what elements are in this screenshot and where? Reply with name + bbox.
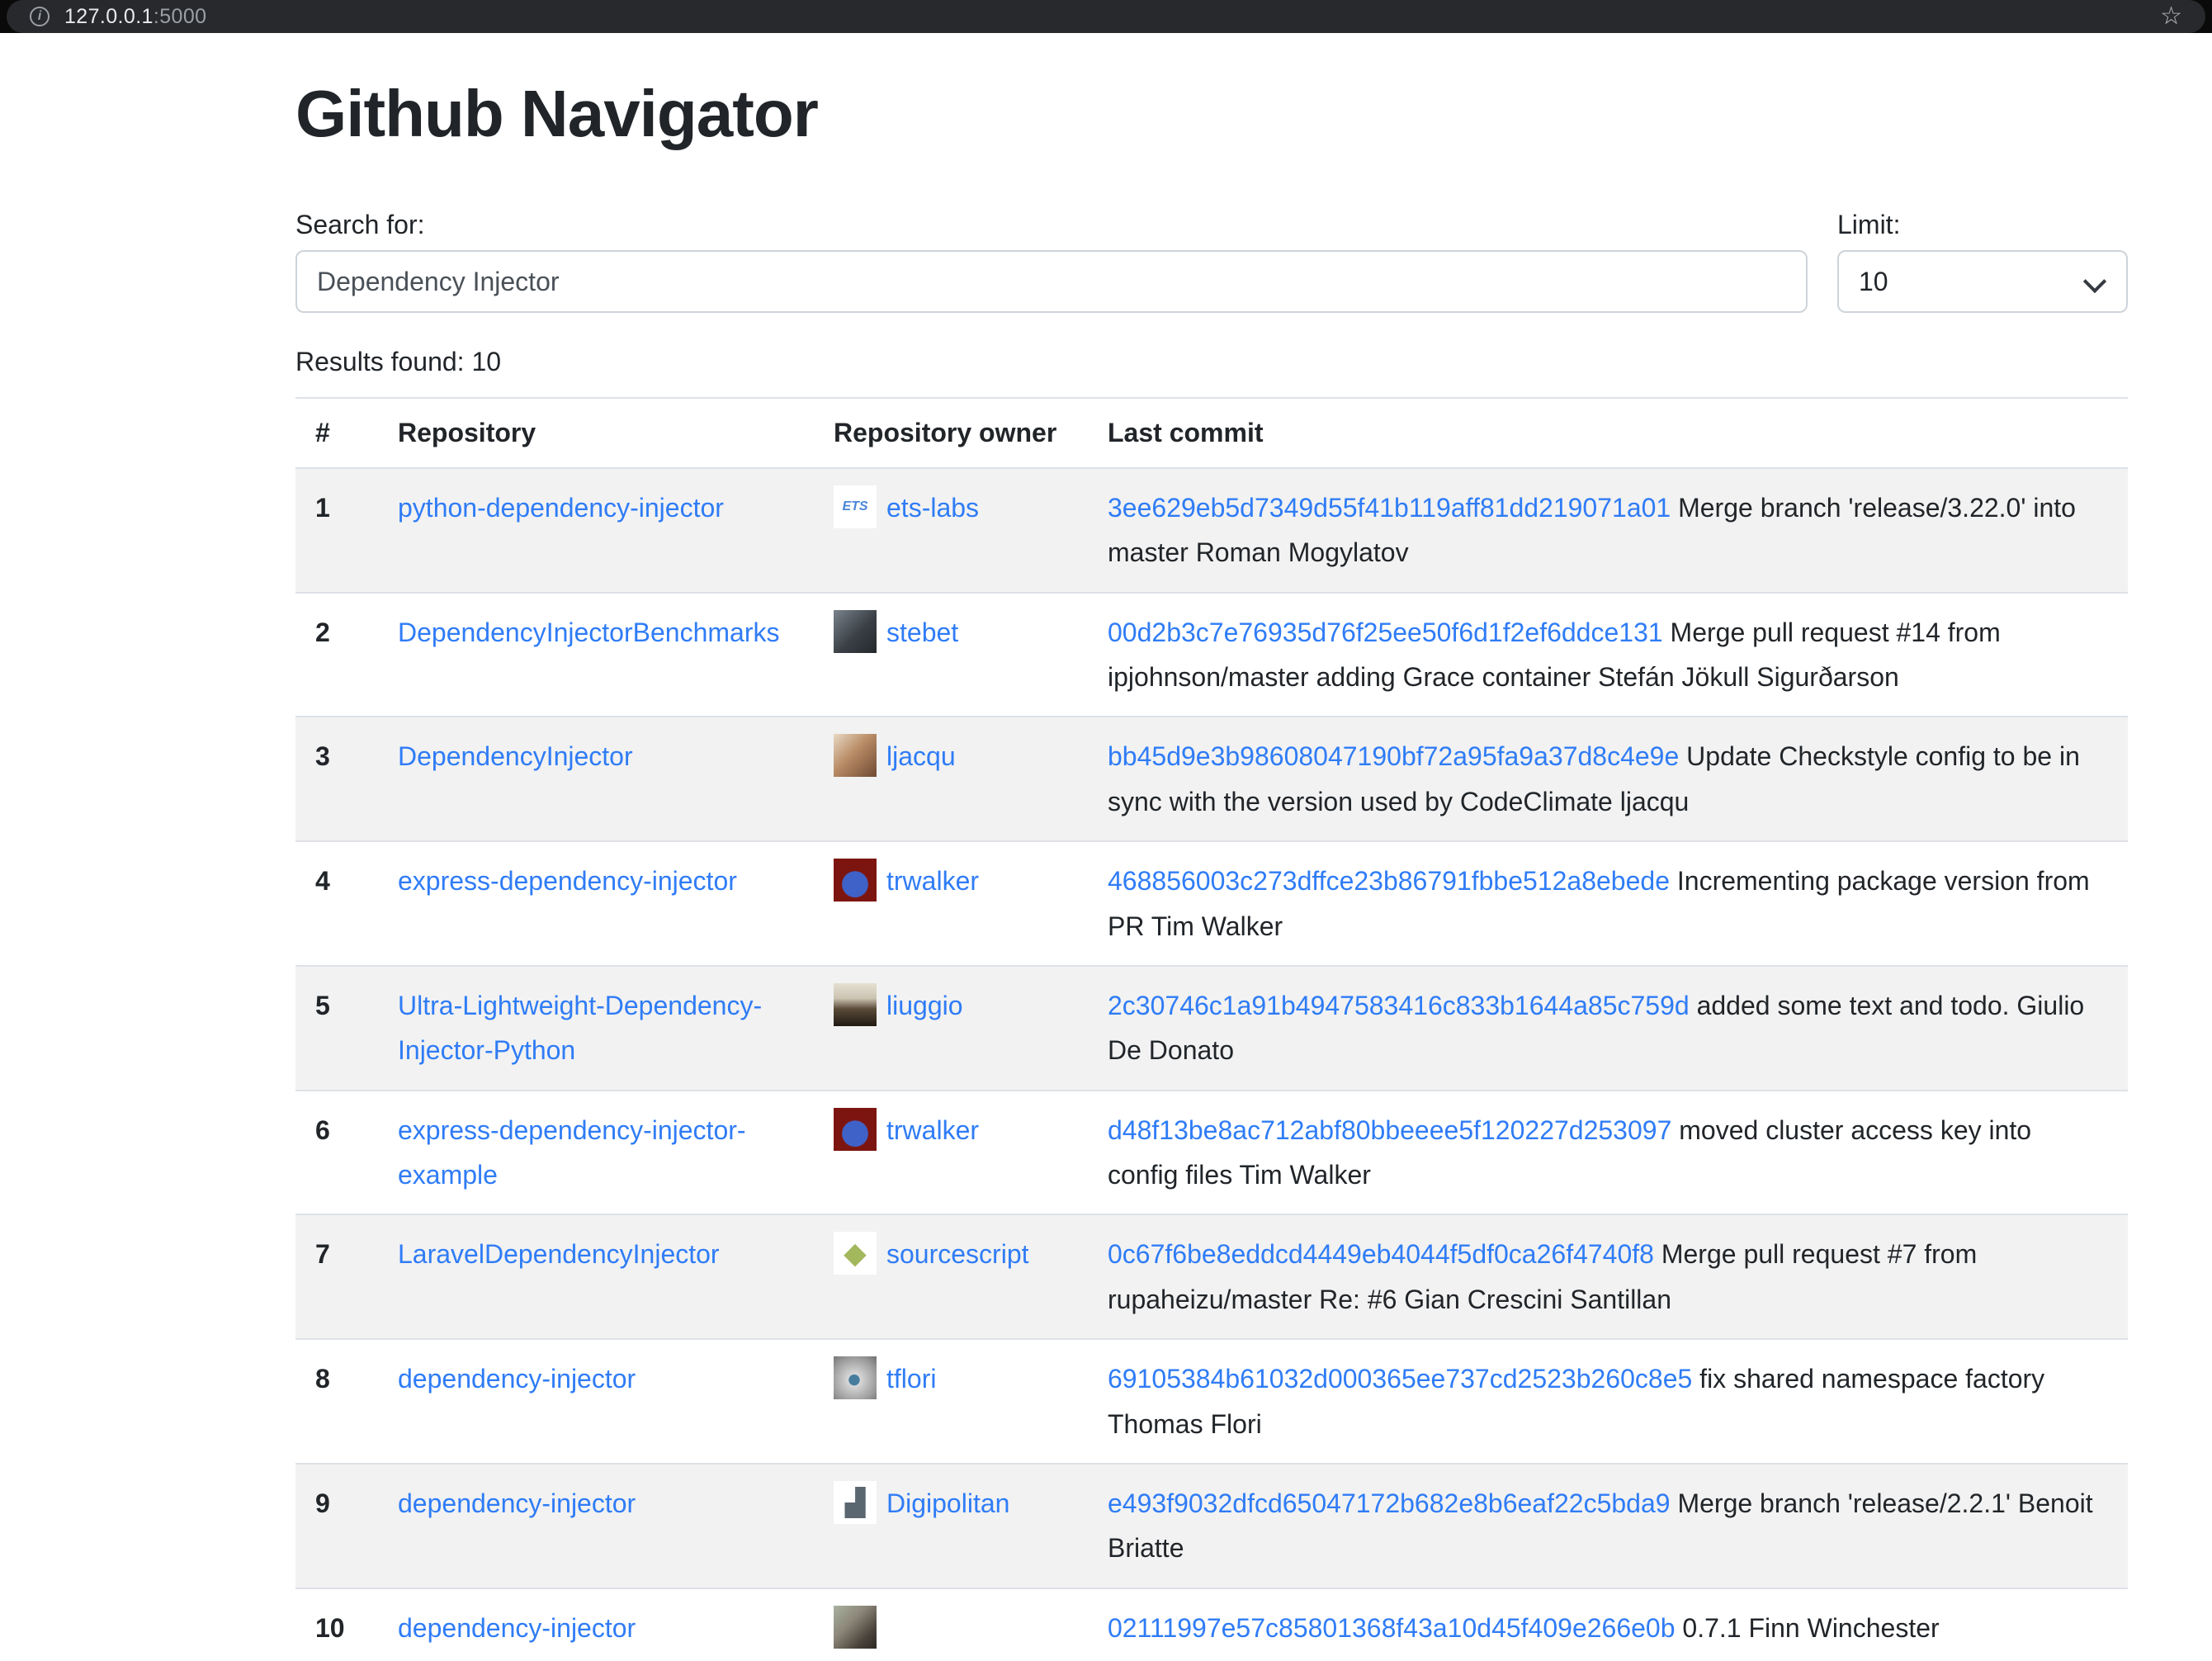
page-title: Github Navigator <box>295 74 2128 154</box>
commit-hash-link[interactable]: 0c67f6be8eddcd4449eb4044f5df0ca26f4740f8 <box>1108 1239 1654 1269</box>
site-info-icon[interactable]: i <box>30 7 50 26</box>
owner-link[interactable]: trwalker <box>886 866 979 896</box>
row-number: 6 <box>295 1091 378 1215</box>
row-number: 2 <box>295 593 378 717</box>
url-text: 127.0.0.1:5000 <box>64 5 206 29</box>
table-row: 4 express-dependency-injector trwalker 4… <box>295 841 2128 966</box>
row-number: 5 <box>295 966 378 1091</box>
repo-link[interactable]: Ultra-Lightweight-Dependency-Injector-Py… <box>398 991 762 1065</box>
repo-link[interactable]: LaravelDependencyInjector <box>398 1239 720 1269</box>
url-bar[interactable]: i 127.0.0.1:5000 ☆ <box>7 0 2205 33</box>
commit-hash-link[interactable]: 00d2b3c7e76935d76f25ee50f6d1f2ef6ddce131 <box>1108 618 1663 647</box>
commit-hash-link[interactable]: 3ee629eb5d7349d55f41b119aff81dd219071a01 <box>1108 493 1671 523</box>
repo-link[interactable]: dependency-injector <box>398 1613 636 1643</box>
owner-link[interactable]: FinnWinchester <box>834 1658 1017 1661</box>
results-summary: Results found: 10 <box>295 339 2128 384</box>
app-root: i 127.0.0.1:5000 ☆ Github Navigator Sear… <box>0 0 2212 1661</box>
owner-avatar: ETS <box>834 485 877 528</box>
url-host: 127.0.0.1 <box>64 5 154 28</box>
repo-link[interactable]: DependencyInjectorBenchmarks <box>398 618 779 647</box>
table-header-row: # Repository Repository owner Last commi… <box>295 398 2128 467</box>
owner-avatar: ▟ <box>834 1481 877 1524</box>
repo-link[interactable]: python-dependency-injector <box>398 493 724 523</box>
row-number: 9 <box>295 1464 378 1588</box>
owner-link[interactable]: stebet <box>886 618 958 647</box>
table-row: 10 dependency-injector FinnWinchester 02… <box>295 1588 2128 1661</box>
header-last-commit: Last commit <box>1088 398 2128 467</box>
url-port: :5000 <box>154 5 207 28</box>
repo-link[interactable]: dependency-injector <box>398 1488 636 1518</box>
owner-avatar <box>834 983 877 1026</box>
commit-hash-link[interactable]: 02111997e57c85801368f43a10d45f409e266e0b <box>1108 1613 1676 1643</box>
owner-link[interactable]: trwalker <box>886 1115 979 1145</box>
repo-link[interactable]: DependencyInjector <box>398 741 633 771</box>
table-row: 6 express-dependency-injector-example tr… <box>295 1091 2128 1215</box>
avatar-glyph: ETS <box>834 485 877 528</box>
owner-avatar <box>834 1606 877 1649</box>
owner-avatar <box>834 1108 877 1151</box>
table-row: 3 DependencyInjector ljacqu bb45d9e3b986… <box>295 717 2128 841</box>
owner-link[interactable]: Digipolitan <box>886 1488 1009 1518</box>
limit-select[interactable]: 10 <box>1837 250 2128 313</box>
row-number: 4 <box>295 841 378 966</box>
bookmark-star-icon[interactable]: ☆ <box>2160 4 2182 29</box>
search-field-group: Search for: <box>295 210 1808 313</box>
search-controls: Search for: Limit: 10 <box>295 210 2128 313</box>
results-table: # Repository Repository owner Last commi… <box>295 397 2128 1661</box>
header-num: # <box>295 398 378 467</box>
commit-hash-link[interactable]: 468856003c273dffce23b86791fbbe512a8ebede <box>1108 866 1670 896</box>
limit-label: Limit: <box>1837 210 2128 240</box>
search-input[interactable] <box>295 250 1808 313</box>
search-label: Search for: <box>295 210 1808 240</box>
limit-field-group: Limit: 10 <box>1837 210 2128 313</box>
table-row: 2 DependencyInjectorBenchmarks stebet 00… <box>295 593 2128 717</box>
row-number: 3 <box>295 717 378 841</box>
table-row: 5 Ultra-Lightweight-Dependency-Injector-… <box>295 966 2128 1091</box>
row-number: 10 <box>295 1588 378 1661</box>
row-number: 8 <box>295 1339 378 1464</box>
owner-avatar: ◆ <box>834 1232 877 1275</box>
commit-hash-link[interactable]: e493f9032dfcd65047172b682e8b6eaf22c5bda9 <box>1108 1488 1671 1518</box>
row-number: 7 <box>295 1214 378 1339</box>
header-repository: Repository <box>378 398 814 467</box>
repo-link[interactable]: express-dependency-injector-example <box>398 1115 746 1190</box>
owner-avatar <box>834 1356 877 1399</box>
avatar-glyph: ◆ <box>834 1232 877 1275</box>
owner-avatar <box>834 734 877 777</box>
table-row: 1 python-dependency-injector ETS ets-labs… <box>295 468 2128 593</box>
owner-link[interactable]: sourcescript <box>886 1239 1029 1269</box>
owner-avatar <box>834 610 877 653</box>
owner-link[interactable]: ljacqu <box>886 741 956 771</box>
limit-selected-value: 10 <box>1859 267 1888 297</box>
commit-hash-link[interactable]: 2c30746c1a91b4947583416c833b1644a85c759d <box>1108 991 1690 1020</box>
commit-hash-link[interactable]: bb45d9e3b98608047190bf72a95fa9a37d8c4e9e <box>1108 741 1679 771</box>
commit-hash-link[interactable]: 69105384b61032d000365ee737cd2523b260c8e5 <box>1108 1364 1692 1394</box>
header-repository-owner: Repository owner <box>814 398 1088 467</box>
owner-link[interactable]: ets-labs <box>886 493 979 523</box>
commit-message: 0.7.1 Finn Winchester <box>1682 1613 1939 1643</box>
row-number: 1 <box>295 468 378 593</box>
repo-link[interactable]: dependency-injector <box>398 1364 636 1394</box>
repo-link[interactable]: express-dependency-injector <box>398 866 737 896</box>
owner-avatar <box>834 859 877 901</box>
page-content: Github Navigator Search for: Limit: 10 R… <box>0 33 2128 1661</box>
commit-hash-link[interactable]: d48f13be8ac712abf80bbeeee5f120227d253097 <box>1108 1115 1671 1145</box>
owner-link[interactable]: liuggio <box>886 991 963 1020</box>
table-row: 7 LaravelDependencyInjector ◆ sourcescrip… <box>295 1214 2128 1339</box>
table-row: 8 dependency-injector tflori 69105384b61… <box>295 1339 2128 1464</box>
browser-address-bar: i 127.0.0.1:5000 ☆ <box>0 0 2212 33</box>
table-row: 9 dependency-injector ▟ Digipolitan e493f… <box>295 1464 2128 1588</box>
owner-link[interactable]: tflori <box>886 1364 936 1394</box>
avatar-glyph: ▟ <box>834 1481 877 1524</box>
